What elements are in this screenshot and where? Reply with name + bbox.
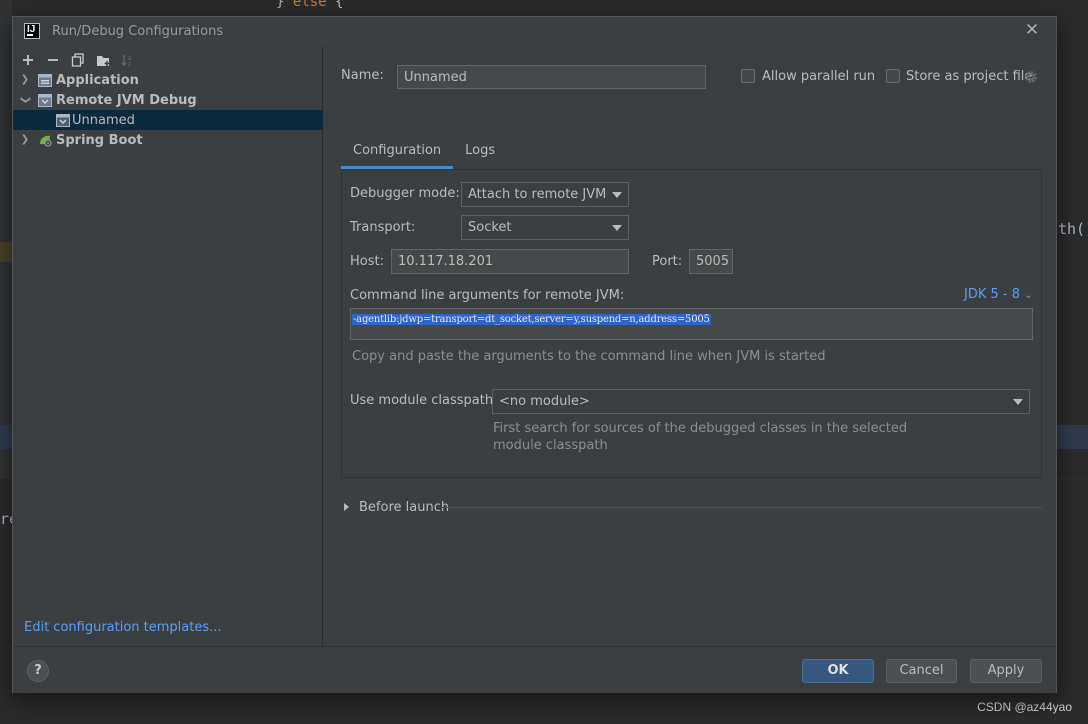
module-classpath-label: Use module classpath: [350,393,498,408]
name-label: Name: [341,68,384,83]
dialog-title: Run/Debug Configurations [52,24,224,39]
copy-icon [71,53,84,67]
chevron-right-icon[interactable]: ❯ [19,134,31,146]
chevron-down-icon: ⌄ [1024,290,1033,301]
application-icon [38,73,52,87]
port-label: Port: [652,254,683,269]
port-field[interactable]: 5005 [689,249,733,274]
transport-label: Transport: [350,220,416,235]
intellij-logo-icon: IJ [24,23,40,39]
editor-gutter-highlight [0,242,12,262]
debugger-mode-select[interactable]: Attach to remote JVM [461,182,629,207]
edit-configuration-templates-link[interactable]: Edit configuration templates... [24,620,222,635]
sort-icon: az [121,55,132,67]
module-classpath-select[interactable]: <no module> [492,389,1030,414]
copy-args-hint: Copy and paste the arguments to the comm… [352,349,826,364]
before-launch-toggle[interactable]: Before launch [344,497,449,517]
store-as-project-file-checkbox[interactable] [886,69,900,83]
dropdown-arrow-icon [612,191,622,198]
new-folder-icon [96,55,109,66]
cancel-button[interactable]: Cancel [886,659,957,683]
ok-button[interactable]: OK [802,659,874,683]
debugger-mode-value: Attach to remote JVM [468,187,607,202]
module-hint-line2: module classpath [493,438,608,453]
remote-debug-config-icon [56,113,70,127]
before-launch-divider [442,507,1042,508]
dropdown-arrow-icon [1013,398,1023,405]
store-as-project-file-label: Store as project file [906,69,1033,84]
cmd-args-value: -agentlib:jdwp=transport=dt_socket,serve… [352,314,711,325]
plus-icon [23,55,33,65]
jdk-version-label: JDK 5 - 8 [964,287,1020,302]
tree-item-unnamed[interactable]: Unnamed [13,110,323,130]
minus-icon [48,59,58,61]
cmd-args-field[interactable]: -agentlib:jdwp=transport=dt_socket,serve… [350,308,1033,340]
gear-icon[interactable] [1024,70,1038,84]
module-classpath-value: <no module> [499,394,590,409]
allow-parallel-run-checkbox[interactable] [741,69,755,83]
allow-parallel-run-label: Allow parallel run [762,69,876,84]
tab-label: Configuration [353,143,442,158]
config-tabs: Configuration Logs [341,139,507,169]
tab-label: Logs [465,143,496,158]
transport-value: Socket [468,220,512,235]
name-field-value: Unnamed [404,69,467,85]
tree-item-label: Application [56,72,139,88]
watermark: CSDN @az44yao [977,700,1072,714]
tree-toolbar: az [19,49,137,71]
editor-code-tail: { [326,0,344,10]
help-button[interactable]: ? [27,660,49,682]
tree-item-label: Spring Boot [56,132,143,148]
host-label: Host: [350,254,384,269]
jdk-version-selector[interactable]: JDK 5 - 8 ⌄ [964,287,1033,302]
module-hint-line1: First search for sources of the debugged… [493,421,908,436]
configuration-editor-pane: Name: Unnamed Allow parallel run Store a… [324,46,1056,646]
tab-logs[interactable]: Logs [453,139,507,169]
sort-button[interactable]: az [119,51,137,69]
transport-select[interactable]: Socket [461,215,629,240]
svg-text:z: z [128,61,131,67]
cmd-args-label: Command line arguments for remote JVM: [350,288,625,303]
host-field-value: 10.117.18.201 [398,254,494,269]
chevron-right-icon [344,503,349,511]
close-icon[interactable]: ✕ [1024,22,1040,39]
debugger-mode-label: Debugger mode: [350,186,460,201]
apply-button[interactable]: Apply [970,659,1042,683]
dialog-footer: ? OK Cancel Apply [13,646,1056,693]
name-field[interactable]: Unnamed [397,65,706,89]
chevron-right-icon[interactable]: ❯ [19,74,31,86]
configuration-tree: ❯ Application ❯ Remote JVM Debug Unnamed… [13,70,323,150]
tree-item-label: Unnamed [72,112,135,128]
host-field[interactable]: 10.117.18.201 [391,249,629,274]
chevron-down-icon[interactable]: ❯ [19,94,31,106]
add-configuration-button[interactable] [19,51,37,69]
dropdown-arrow-icon [612,224,622,231]
tree-item-remote-jvm-debug[interactable]: ❯ Remote JVM Debug [13,90,323,110]
tree-item-spring-boot[interactable]: ❯ Spring Boot [13,130,323,150]
copy-configuration-button[interactable] [69,51,87,69]
remote-debug-icon [38,93,52,107]
before-launch-label: Before launch [359,499,450,515]
configuration-panel: Debugger mode: Attach to remote JVM Tran… [341,169,1042,478]
port-field-value: 5005 [696,254,730,269]
tree-item-application[interactable]: ❯ Application [13,70,323,90]
editor-code-brace: } [276,0,285,10]
configuration-tree-pane: az ❯ Application ❯ Remote JVM Debug Unna… [13,46,323,646]
tree-item-label: Remote JVM Debug [56,92,197,108]
editor-code-right: th() [1058,220,1088,238]
editor-code-top: } else { [276,0,343,10]
tab-configuration[interactable]: Configuration [341,139,454,169]
run-debug-configurations-dialog: IJ Run/Debug Configurations ✕ az ❯ Appli… [12,16,1057,693]
spring-boot-icon [40,135,52,147]
editor-code-keyword: else [292,0,327,10]
remove-configuration-button[interactable] [44,51,62,69]
new-folder-button[interactable] [94,51,112,69]
dialog-titlebar: IJ Run/Debug Configurations ✕ [13,17,1056,46]
